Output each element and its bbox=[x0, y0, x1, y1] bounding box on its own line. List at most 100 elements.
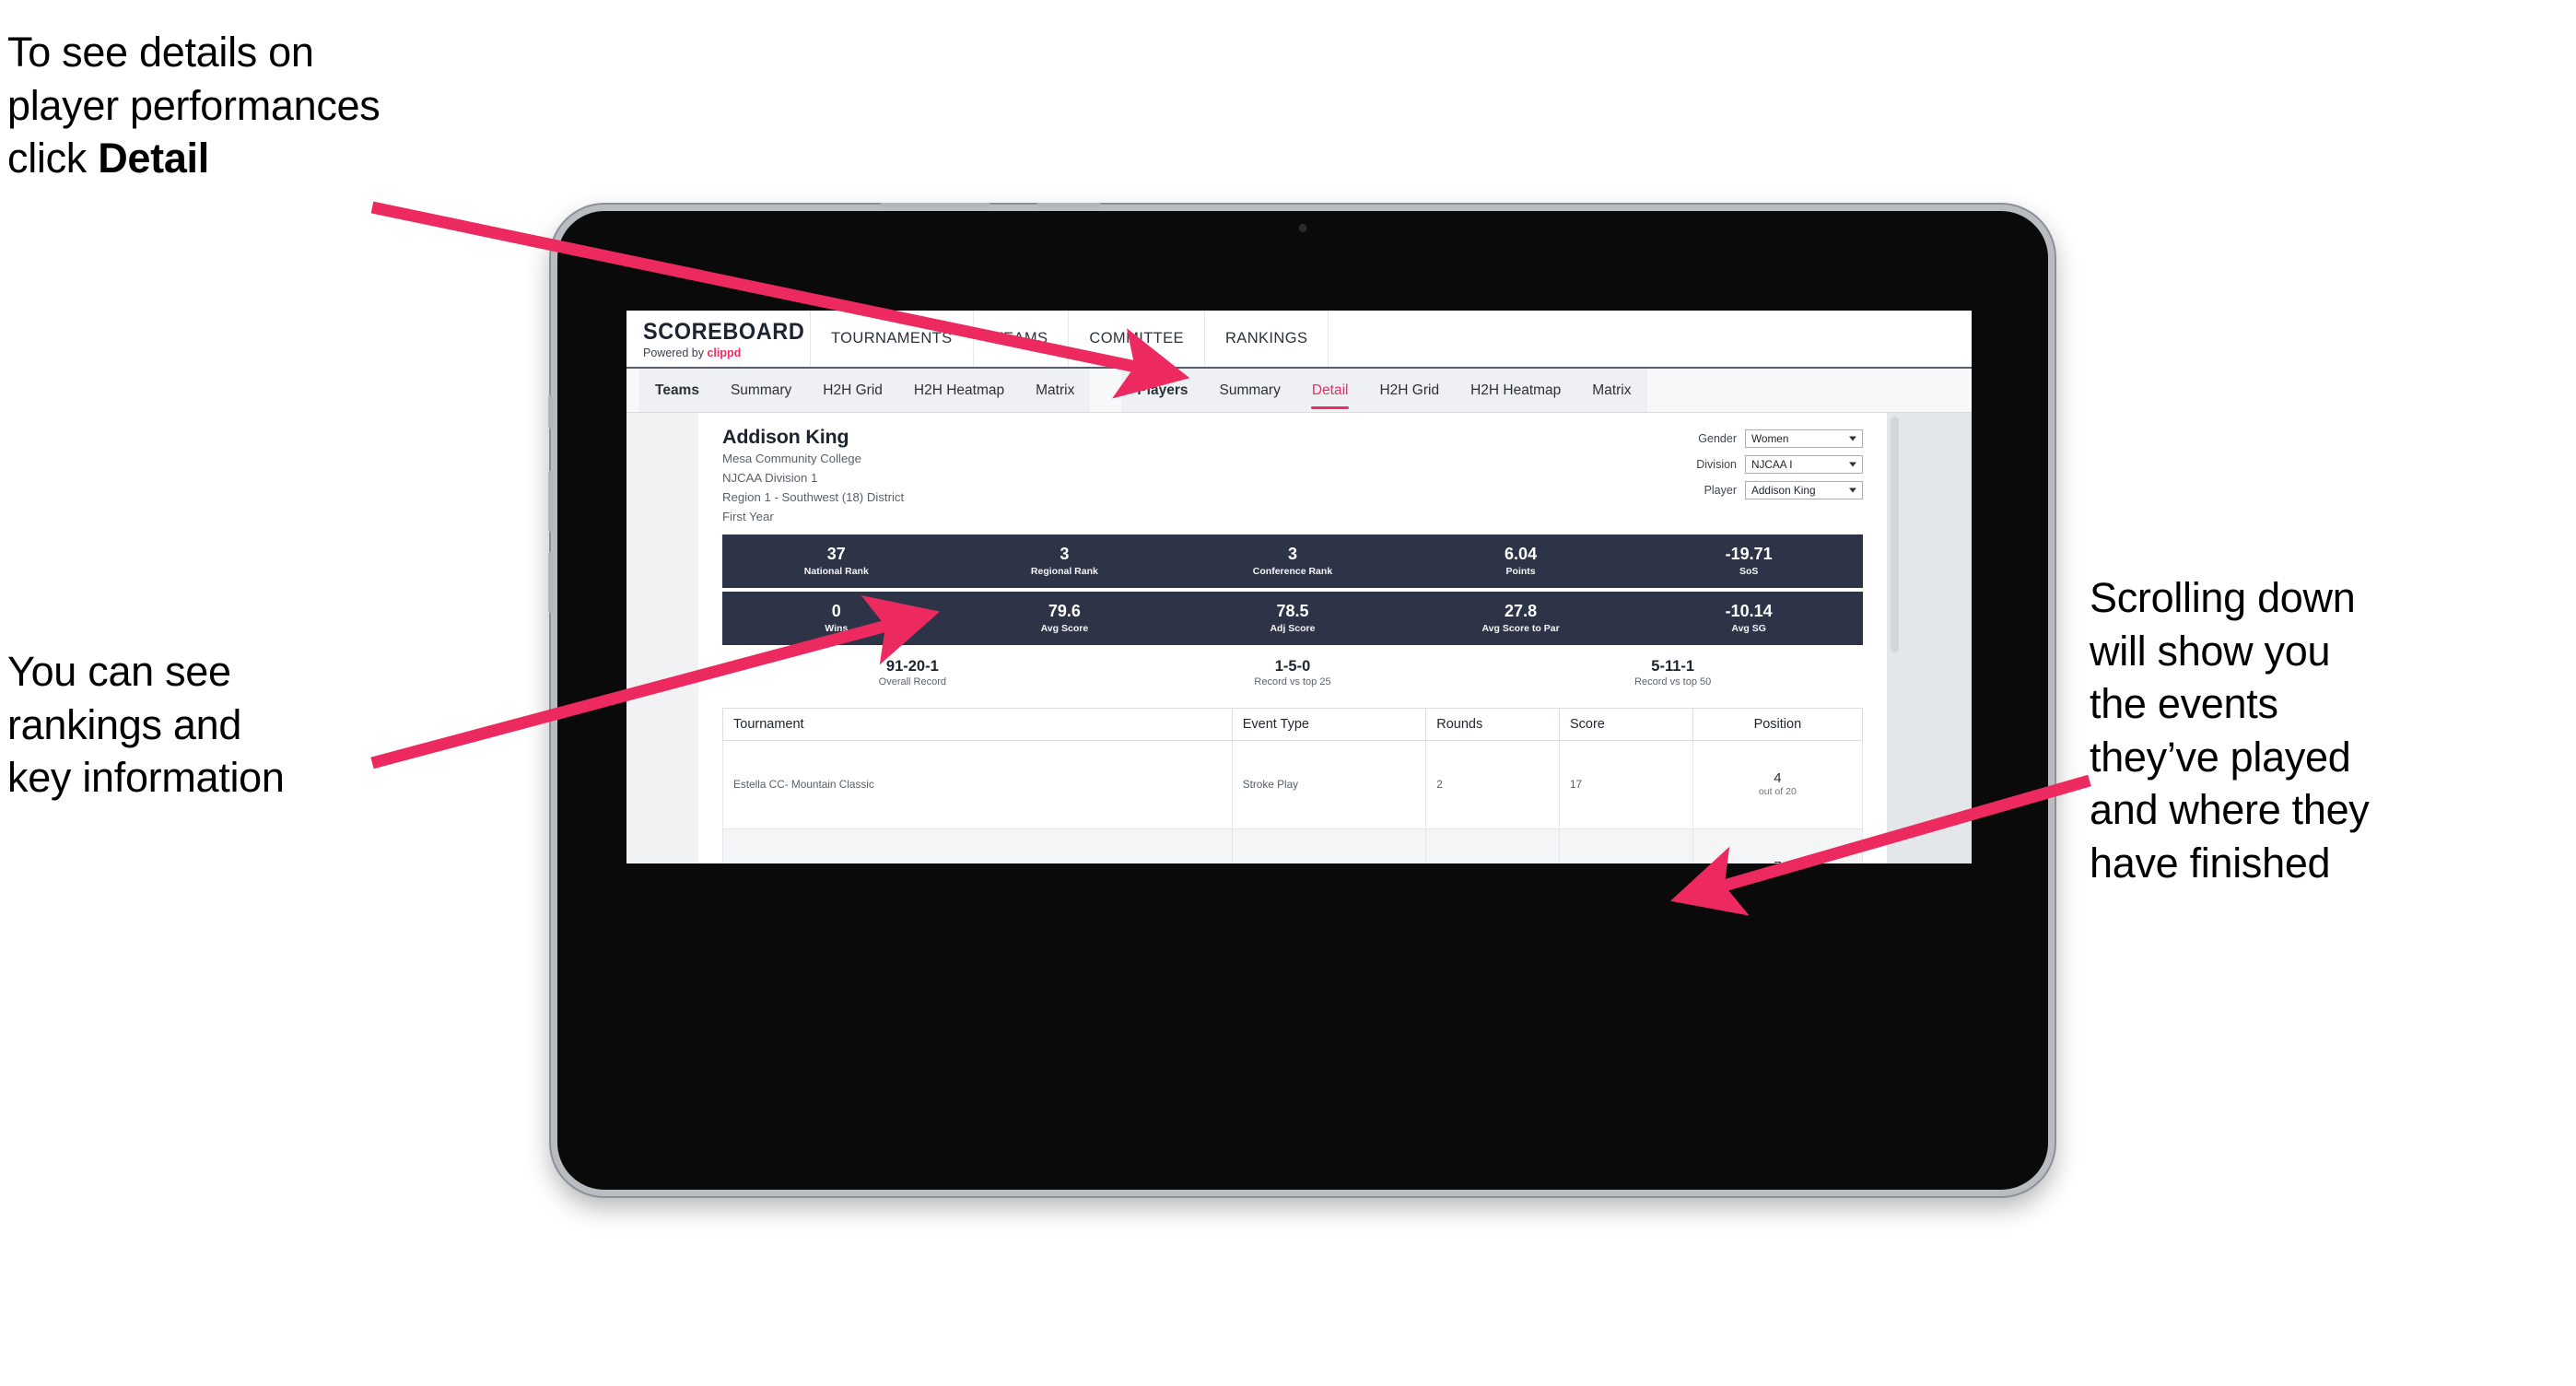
table-header: Tournament Event Type Rounds Score Posit… bbox=[722, 707, 1864, 741]
stat-regional-rank: 3 Regional Rank bbox=[951, 545, 1179, 577]
cell-position-outof: out of 20 bbox=[1758, 786, 1797, 798]
tab-players-h2h-grid[interactable]: H2H Grid bbox=[1364, 369, 1455, 412]
stat-regional-rank-value: 3 bbox=[1060, 545, 1070, 564]
col-header-event-type[interactable]: Event Type bbox=[1231, 707, 1427, 741]
filter-division-value: NJCAA I bbox=[1751, 458, 1793, 471]
tab-group-players: Players Summary Detail H2H Grid H2H Heat… bbox=[1121, 369, 1647, 412]
col-header-score[interactable]: Score bbox=[1558, 707, 1693, 741]
canvas-left-gutter bbox=[626, 413, 698, 863]
stat-avg-score-value: 79.6 bbox=[1048, 602, 1081, 621]
annotation-top-left-line2: player performances bbox=[7, 81, 381, 129]
cell-position-value: 4 bbox=[1774, 769, 1782, 786]
annotation-right-line2: will show you bbox=[2090, 627, 2331, 675]
cell-rounds: 2 bbox=[1425, 828, 1560, 863]
cell-position: 7 out of 20 bbox=[1692, 828, 1864, 863]
tab-teams-h2h-heatmap[interactable]: H2H Heatmap bbox=[898, 369, 1020, 412]
nav-item-teams[interactable]: TEAMS bbox=[974, 311, 1070, 367]
stat-wins: 0 Wins bbox=[722, 602, 951, 634]
table-body: Estella CC- Mountain Classic Stroke Play… bbox=[722, 739, 1864, 863]
record-overall-value: 91-20-1 bbox=[885, 657, 939, 675]
stat-regional-rank-label: Regional Rank bbox=[1030, 565, 1098, 577]
tab-players-detail[interactable]: Detail bbox=[1296, 369, 1364, 412]
annotation-mid-left-line1: You can see bbox=[7, 648, 231, 695]
annotation-top-left-line3-bold: Detail bbox=[98, 135, 209, 182]
cell-rounds: 2 bbox=[1425, 739, 1560, 829]
cell-tournament: Estella CC- Mountain Classic bbox=[722, 739, 1233, 829]
annotation-right-line4: they’ve played bbox=[2090, 733, 2351, 781]
filter-gender-dropdown[interactable]: Women bbox=[1745, 429, 1863, 448]
brand-subtitle: Powered by clippd bbox=[643, 346, 810, 359]
annotation-mid-left-line3: key information bbox=[7, 754, 285, 802]
tab-players-h2h-heatmap[interactable]: H2H Heatmap bbox=[1455, 369, 1576, 412]
nav-item-committee[interactable]: COMMITTEE bbox=[1069, 311, 1205, 367]
table-row[interactable]: Lady Coyote Invite Stroke Play 2 16 7 ou… bbox=[722, 828, 1864, 863]
tab-teams-summary[interactable]: Summary bbox=[715, 369, 807, 412]
vertical-scrollbar[interactable] bbox=[1891, 417, 1899, 652]
stat-avg-sg-value: -10.14 bbox=[1725, 602, 1773, 621]
stat-wins-value: 0 bbox=[831, 602, 841, 621]
main-navigation: TOURNAMENTS TEAMS COMMITTEE RANKINGS bbox=[811, 311, 1329, 367]
annotation-right-line1: Scrolling down bbox=[2090, 574, 2356, 621]
tab-players-label: Players bbox=[1137, 382, 1188, 398]
col-header-rounds[interactable]: Rounds bbox=[1425, 707, 1560, 741]
record-vs-top-25-label: Record vs top 25 bbox=[1254, 675, 1331, 687]
nav-item-tournaments[interactable]: TOURNAMENTS bbox=[811, 311, 974, 367]
player-division: NJCAA Division 1 bbox=[722, 470, 818, 485]
table-row[interactable]: Estella CC- Mountain Classic Stroke Play… bbox=[722, 739, 1864, 829]
stat-avg-sg-label: Avg SG bbox=[1731, 622, 1766, 634]
sub-tab-bar: Teams Summary H2H Grid H2H Heatmap Matri… bbox=[626, 369, 1972, 413]
app-header: SCOREBOARD Powered by clippd TOURNAMENTS… bbox=[626, 311, 1972, 369]
table-header-row: Tournament Event Type Rounds Score Posit… bbox=[722, 707, 1864, 741]
stat-avg-score-to-par-value: 27.8 bbox=[1505, 602, 1538, 621]
stat-avg-score-to-par: 27.8 Avg Score to Par bbox=[1407, 602, 1635, 634]
tab-players-summary[interactable]: Summary bbox=[1204, 369, 1296, 412]
device-antenna-band-2 bbox=[1036, 203, 1101, 207]
filter-gender: Gender Women bbox=[1696, 429, 1863, 448]
record-vs-top-25: 1-5-0 Record vs top 25 bbox=[1103, 658, 1483, 687]
filter-player-label: Player bbox=[1704, 484, 1737, 497]
cell-tournament: Lady Coyote Invite bbox=[722, 828, 1233, 863]
stat-adj-score-value: 78.5 bbox=[1276, 602, 1309, 621]
record-vs-top-50-value: 5-11-1 bbox=[1651, 657, 1695, 675]
filter-player: Player Addison King bbox=[1696, 481, 1863, 499]
brand-powered-prefix: Powered by bbox=[643, 346, 708, 359]
col-header-position[interactable]: Position bbox=[1692, 707, 1864, 741]
annotation-top-left-line3-prefix: click bbox=[7, 135, 99, 182]
filter-gender-label: Gender bbox=[1698, 432, 1737, 445]
tab-group-teams: Teams Summary H2H Grid H2H Heatmap Matri… bbox=[639, 369, 1091, 412]
tab-players-matrix[interactable]: Matrix bbox=[1576, 369, 1646, 412]
record-vs-top-25-value: 1-5-0 bbox=[1274, 657, 1311, 675]
annotation-top-left-line3: click Detail bbox=[7, 132, 634, 185]
stat-sos-label: SoS bbox=[1739, 565, 1759, 577]
filter-gender-value: Women bbox=[1751, 432, 1789, 445]
stat-points-label: Points bbox=[1505, 565, 1536, 577]
nav-item-rankings[interactable]: RANKINGS bbox=[1205, 311, 1329, 367]
chevron-down-icon bbox=[1849, 436, 1856, 441]
brand-clippd-name: clippd bbox=[707, 346, 742, 359]
player-school: Mesa Community College bbox=[722, 452, 861, 465]
slide-canvas: To see details on player performances cl… bbox=[0, 0, 2576, 1386]
tab-teams-matrix[interactable]: Matrix bbox=[1020, 369, 1090, 412]
filter-player-value: Addison King bbox=[1751, 484, 1816, 497]
brand-title: SCOREBOARD bbox=[643, 318, 805, 345]
device-button-volume-up bbox=[548, 471, 553, 532]
stat-bar-scoring: 0 Wins 79.6 Avg Score 78.5 Adj Score 27.… bbox=[722, 591, 1863, 645]
stat-national-rank-value: 37 bbox=[826, 545, 846, 564]
filter-player-dropdown[interactable]: Addison King bbox=[1745, 481, 1863, 499]
stat-national-rank-label: National Rank bbox=[803, 565, 869, 577]
tournament-results-table: Tournament Event Type Rounds Score Posit… bbox=[722, 707, 1864, 863]
record-vs-top-50: 5-11-1 Record vs top 50 bbox=[1482, 658, 1863, 687]
stat-bar-rankings: 37 National Rank 3 Regional Rank 3 Confe… bbox=[722, 534, 1863, 588]
cell-position-value: 7 bbox=[1704, 859, 1852, 863]
annotation-right-line6: have finished bbox=[2090, 839, 2331, 887]
filter-division-label: Division bbox=[1696, 458, 1737, 471]
stat-adj-score-label: Adj Score bbox=[1270, 622, 1316, 634]
stat-points-value: 6.04 bbox=[1505, 545, 1538, 564]
record-row: 91-20-1 Overall Record 1-5-0 Record vs t… bbox=[722, 658, 1863, 687]
filter-selectors: Gender Women Division NJCAA I Player Add… bbox=[1696, 426, 1863, 526]
chevron-down-icon bbox=[1849, 462, 1856, 467]
filter-division-dropdown[interactable]: NJCAA I bbox=[1745, 455, 1863, 474]
annotation-right: Scrolling down will show you the events … bbox=[2090, 571, 2532, 890]
tab-teams-h2h-grid[interactable]: H2H Grid bbox=[807, 369, 898, 412]
col-header-tournament[interactable]: Tournament bbox=[722, 707, 1233, 741]
